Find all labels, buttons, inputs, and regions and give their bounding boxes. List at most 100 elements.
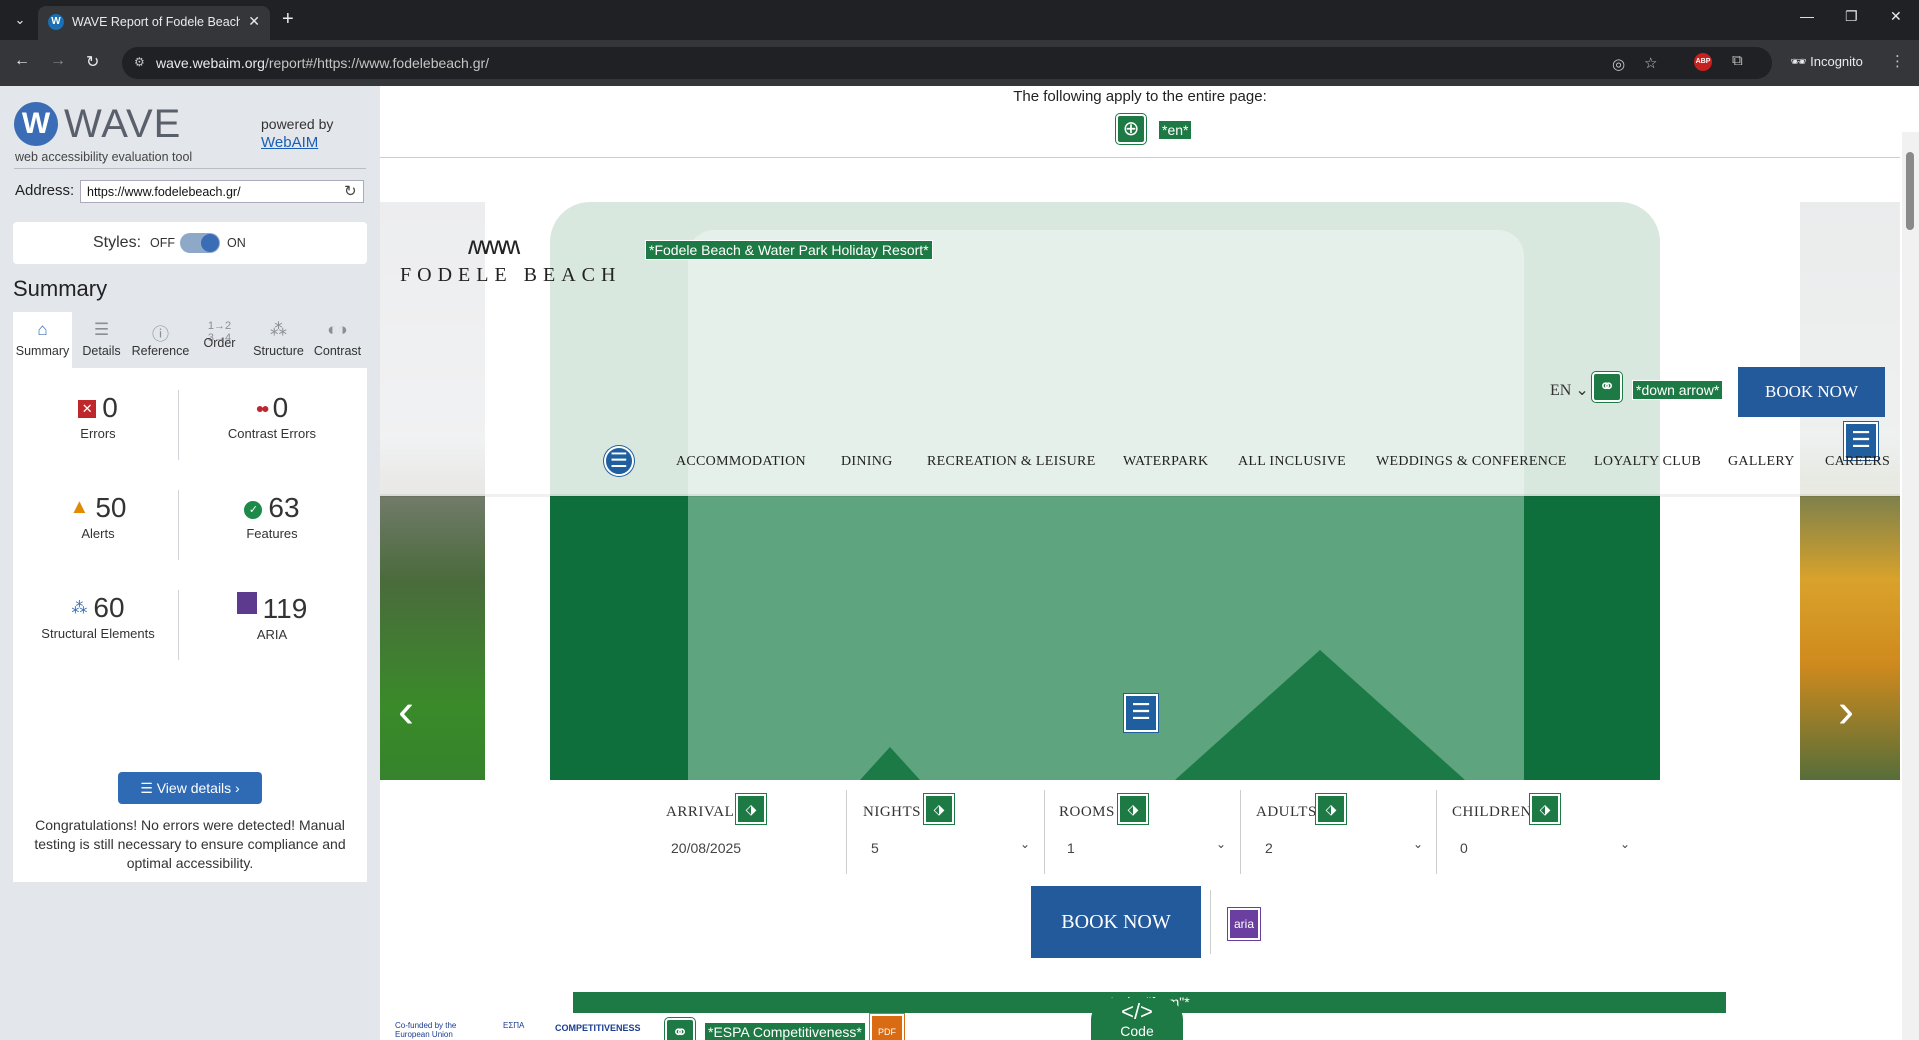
nav-careers[interactable]: CAREERS xyxy=(1825,454,1890,470)
tab-search-icon[interactable]: ⌄ xyxy=(8,8,32,32)
link-icon[interactable]: ⚭ xyxy=(665,1018,695,1040)
tab-details[interactable]: ☰ Details xyxy=(72,312,131,368)
reload-icon[interactable]: ↻ xyxy=(86,52,99,72)
tab-structure[interactable]: ⁂ Structure xyxy=(249,312,308,368)
logo-alt-badge[interactable]: *Fodele Beach & Water Park Holiday Resor… xyxy=(645,240,933,260)
adblock-extension-icon[interactable]: ABP xyxy=(1694,53,1712,71)
stat-aria[interactable]: 119 ARIA xyxy=(187,592,357,642)
label-tag-icon[interactable]: ⬗ xyxy=(924,794,954,824)
link-icon[interactable]: ⚭ xyxy=(1592,372,1622,402)
arrival-input[interactable]: 20/08/2025 xyxy=(671,840,741,856)
wave-subtitle: web accessibility evaluation tool xyxy=(15,150,193,164)
adults-label: ADULTS xyxy=(1256,804,1317,820)
nav-all-inclusive[interactable]: ALL INCLUSIVE xyxy=(1238,454,1346,470)
site-info-icon[interactable]: ⚙ xyxy=(134,55,145,69)
back-icon[interactable]: ← xyxy=(14,52,30,70)
address-refresh-icon[interactable]: ↻ xyxy=(344,182,357,200)
code-toggle-button[interactable]: </> Code xyxy=(1091,998,1183,1040)
apply-divider xyxy=(380,157,1900,158)
nights-label: NIGHTS xyxy=(863,804,921,820)
slider-next-arrow-icon[interactable]: › xyxy=(1838,684,1854,739)
preview-scrollbar[interactable] xyxy=(1902,132,1919,1040)
errors-label: Errors xyxy=(80,426,116,441)
forward-icon[interactable]: → xyxy=(50,52,66,70)
menu-icon[interactable]: ⋮ xyxy=(1890,52,1905,70)
nav-accommodation[interactable]: ACCOMMODATION xyxy=(676,454,806,470)
bookmark-star-icon[interactable]: ☆ xyxy=(1644,54,1657,72)
rooms-select[interactable]: 1 xyxy=(1067,840,1075,856)
stat-separator xyxy=(178,490,179,560)
restore-icon[interactable]: ❐ xyxy=(1845,8,1858,25)
tab-summary[interactable]: ⌂ Summary xyxy=(13,312,72,368)
aria-badge[interactable]: aria xyxy=(1228,908,1260,940)
close-window-icon[interactable]: ✕ xyxy=(1890,8,1902,25)
chevron-down-icon[interactable]: ⌄ xyxy=(1620,837,1630,851)
tab-contrast-label: Contrast xyxy=(313,344,362,358)
browser-tab[interactable]: W WAVE Report of Fodele Beach H ✕ xyxy=(38,6,270,40)
eye-off-icon[interactable]: ◎ xyxy=(1612,55,1625,73)
book-now-header-button[interactable]: BOOK NOW xyxy=(1738,367,1885,417)
book-now-button[interactable]: BOOK NOW xyxy=(1031,886,1201,958)
tab-order[interactable]: 1→2 3→4 Order xyxy=(190,312,249,368)
address-input[interactable] xyxy=(80,180,364,203)
nav-loyalty-club[interactable]: LOYALTY CLUB xyxy=(1594,454,1701,470)
incognito-indicator[interactable]: 🕶 Incognito xyxy=(1790,54,1863,70)
congrats-message: Congratulations! No errors were detected… xyxy=(34,817,346,871)
pdf-alert-icon[interactable]: PDF xyxy=(870,1014,904,1040)
stat-features[interactable]: ✓ 63 Features xyxy=(187,492,357,541)
nav-waterpark[interactable]: WATERPARK xyxy=(1123,454,1208,470)
language-select[interactable]: EN ⌄ xyxy=(1550,380,1589,400)
competitiveness-logo: COMPETITIVENESS xyxy=(552,1020,648,1040)
chevron-down-icon[interactable]: ⌄ xyxy=(1413,837,1423,851)
wave-favicon-icon: W xyxy=(48,14,64,30)
new-tab-icon[interactable]: + xyxy=(282,8,294,30)
wave-title: WAVE xyxy=(64,102,182,146)
children-select[interactable]: 0 xyxy=(1460,840,1468,856)
extensions-icon[interactable]: ⧉ xyxy=(1732,52,1743,69)
aria-label: ARIA xyxy=(256,627,288,642)
apply-text: The following apply to the entire page: xyxy=(1013,88,1267,105)
fodele-wave-logo-icon: ʍʍʍ xyxy=(468,230,520,260)
tab-title: WAVE Report of Fodele Beach H xyxy=(72,15,240,29)
nav-weddings[interactable]: WEDDINGS & CONFERENCE xyxy=(1376,454,1567,470)
tab-reference[interactable]: ⓘ Reference xyxy=(131,312,190,368)
tab-close-icon[interactable]: ✕ xyxy=(248,13,260,30)
stat-errors[interactable]: ✕ 0 Errors xyxy=(13,392,183,441)
lang-badge[interactable]: *en* xyxy=(1158,120,1193,140)
stat-structural[interactable]: ⁂ 60 Structural Elements xyxy=(13,592,183,641)
espa-badge[interactable]: *ESPA Competitiveness* xyxy=(704,1022,866,1040)
site-logo[interactable]: FODELE BEACH xyxy=(400,264,621,287)
label-tag-icon[interactable]: ⬗ xyxy=(736,794,766,824)
stat-alerts[interactable]: ▲ 50 Alerts xyxy=(13,492,183,541)
nav-dining[interactable]: DINING xyxy=(841,454,893,470)
summary-panel: ⌂ Summary ☰ Details ⓘ Reference 1→2 3→4 Order… xyxy=(13,312,367,882)
label-tag-icon[interactable]: ⬗ xyxy=(1118,794,1148,824)
adults-select[interactable]: 2 xyxy=(1265,840,1273,856)
incognito-label: Incognito xyxy=(1810,54,1863,69)
aria-count: 119 xyxy=(262,593,308,624)
slider-prev-arrow-icon[interactable]: ‹ xyxy=(398,684,414,739)
label-tag-icon[interactable]: ⬗ xyxy=(1530,794,1560,824)
nav-gallery[interactable]: GALLERY xyxy=(1728,454,1795,470)
nav-recreation[interactable]: RECREATION & LEISURE xyxy=(927,454,1096,470)
view-details-button[interactable]: ☰ View details › xyxy=(118,772,262,804)
list-icon: ☰ xyxy=(140,780,157,796)
minimize-icon[interactable]: — xyxy=(1800,8,1814,24)
tab-contrast[interactable]: ◐◑ Contrast xyxy=(308,312,367,368)
scroll-thumb[interactable] xyxy=(1906,152,1914,230)
language-globe-icon[interactable]: ⊕ xyxy=(1116,114,1146,144)
content-structure-icon[interactable]: ☰ xyxy=(1124,694,1158,732)
styles-toggle[interactable] xyxy=(180,233,220,253)
down-arrow-badge[interactable]: *down arrow* xyxy=(1632,380,1724,400)
tab-summary-label: Summary xyxy=(15,344,70,358)
structural-label: Structural Elements xyxy=(41,626,155,641)
stat-contrast-errors[interactable]: ●● 0 Contrast Errors xyxy=(187,392,357,441)
address-bar[interactable]: ⚙ wave.webaim.org/report#/https://www.fo… xyxy=(122,47,1772,79)
nav-list-icon[interactable]: ☰ xyxy=(604,446,634,476)
chevron-down-icon[interactable]: ⌄ xyxy=(1216,837,1226,851)
label-tag-icon[interactable]: ⬗ xyxy=(1316,794,1346,824)
tab-details-label: Details xyxy=(82,344,121,358)
chevron-down-icon[interactable]: ⌄ xyxy=(1020,837,1030,851)
nights-select[interactable]: 5 xyxy=(871,840,879,856)
webaim-link[interactable]: WebAIM xyxy=(261,134,318,151)
